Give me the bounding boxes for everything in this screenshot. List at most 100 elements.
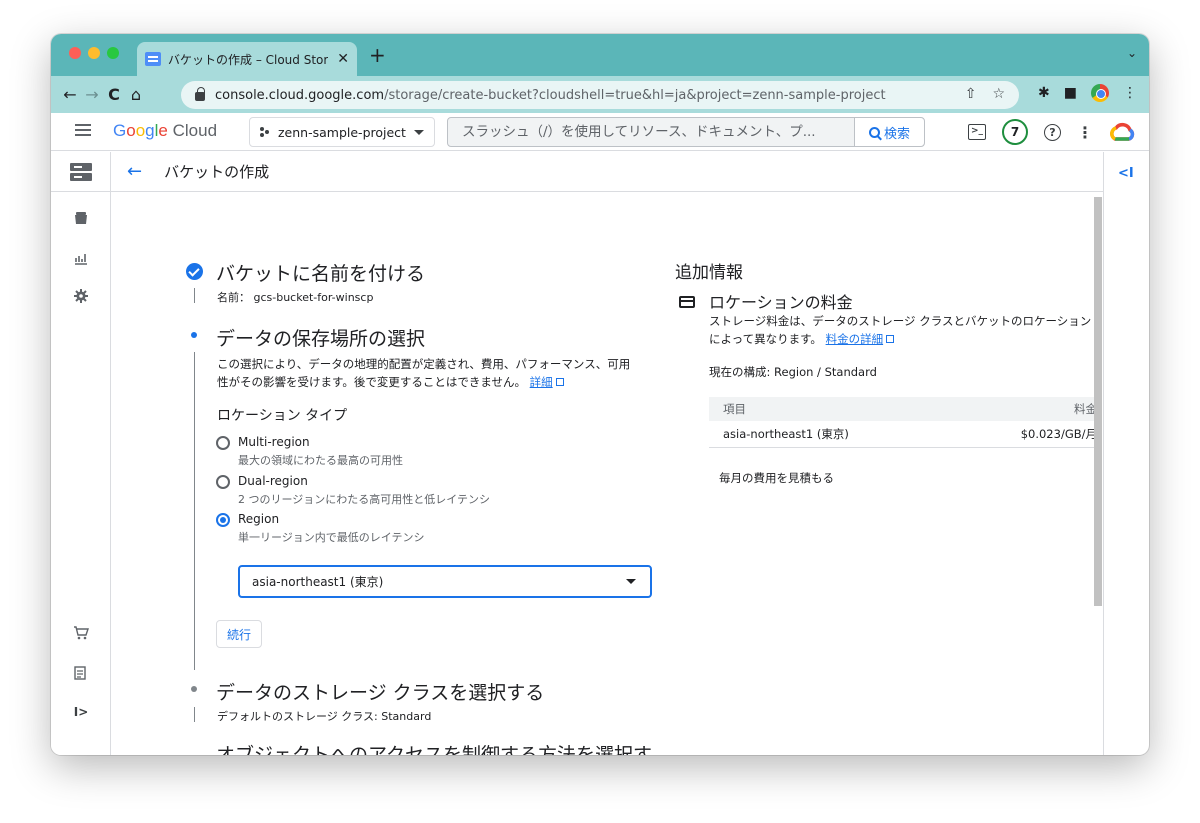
forward-arrow-icon[interactable]: →: [81, 85, 103, 104]
radio-region[interactable]: [216, 513, 230, 527]
url-host: console.cloud.google.com: [215, 87, 385, 103]
region-select-value: asia-northeast1 (東京): [252, 575, 384, 589]
step-complete-check-icon: [186, 263, 203, 280]
browser-tab[interactable]: バケットの作成 – Cloud Storage ✕: [137, 42, 357, 76]
reload-icon[interactable]: C: [103, 85, 125, 104]
bookmark-star-icon[interactable]: ☆: [992, 86, 1005, 102]
option-title: Dual-region: [238, 474, 308, 488]
back-arrow-icon[interactable]: ←: [127, 161, 142, 182]
google-cloud-logo[interactable]: Google Cloud: [113, 121, 217, 141]
option-desc: 最大の領域にわたる最高の可用性: [238, 454, 403, 467]
step-pending-dot: [191, 686, 197, 692]
info-heading: 追加情報: [675, 263, 743, 283]
project-selector[interactable]: zenn-sample-project: [249, 117, 435, 147]
step-storage-class-title[interactable]: データのストレージ クラスを選択する: [216, 678, 544, 705]
minimize-window-button[interactable]: [88, 47, 100, 59]
search-icon: [868, 126, 880, 138]
step-connector: [194, 707, 195, 722]
page-header: ← バケットの作成: [111, 152, 1103, 192]
cloud-shell-icon[interactable]: >_: [968, 124, 986, 140]
region-select[interactable]: asia-northeast1 (東京): [238, 565, 652, 598]
console-header: Google Cloud zenn-sample-project 検索 >_ 7…: [51, 113, 1149, 151]
option-title: Region: [238, 512, 280, 526]
buckets-nav-icon[interactable]: [71, 208, 91, 228]
external-link-icon: [886, 335, 895, 343]
search-input[interactable]: [448, 118, 852, 146]
chevron-down-icon: [414, 129, 424, 135]
info-panel: 追加情報 ロケーションの料金 ストレージ料金は、データのストレージ クラスとバケ…: [675, 258, 1094, 379]
location-description: この選択により、データの地理的配置が定義され、費用、パフォーマンス、可用 性がそ…: [217, 357, 631, 389]
lock-icon: [195, 87, 205, 101]
location-pricing-title: ロケーションの料金: [709, 293, 853, 312]
marketplace-cart-icon[interactable]: [71, 622, 91, 642]
tab-search-icon[interactable]: ⌄: [1127, 46, 1137, 60]
radio-dual-region[interactable]: [216, 475, 230, 489]
create-bucket-form: バケットに名前を付ける 名前： gcs-bucket-for-winscp デー…: [111, 192, 1094, 755]
option-desc: 単一リージョン内で最低のレイテンシ: [238, 531, 425, 544]
external-link-icon: [555, 378, 564, 386]
settings-gear-icon[interactable]: [71, 286, 91, 306]
project-name: zenn-sample-project: [278, 124, 406, 140]
side-panel-icon[interactable]: ■: [1064, 85, 1077, 101]
notifications-badge[interactable]: 7: [1002, 119, 1028, 145]
release-notes-icon[interactable]: [71, 662, 91, 682]
share-icon[interactable]: ⇧: [965, 86, 977, 102]
cloud-storage-product-icon[interactable]: [51, 152, 111, 192]
address-bar[interactable]: console.cloud.google.com/storage/create-…: [181, 81, 1019, 109]
radio-multi-region[interactable]: [216, 436, 230, 450]
tab-close-icon[interactable]: ✕: [337, 51, 349, 67]
search-button-label: 検索: [883, 126, 910, 142]
tab-strip: バケットの作成 – Cloud Storage ✕ + ⌄: [51, 34, 1149, 76]
tab-title: バケットの作成 – Cloud Storage: [168, 52, 328, 67]
account-avatar-icon[interactable]: [1109, 121, 1135, 143]
expand-nav-icon[interactable]: I>: [71, 702, 91, 722]
help-icon[interactable]: ?: [1044, 123, 1061, 141]
project-dots-icon: [260, 127, 270, 137]
more-options-icon[interactable]: ⋮: [1077, 123, 1093, 142]
continue-button[interactable]: 続行: [216, 620, 262, 648]
product-nav-rail: I>: [51, 152, 111, 755]
table-row: asia-northeast1 (東京) $0.023/GB/月: [709, 421, 1094, 448]
estimate-monthly-cost[interactable]: 毎月の費用を見積もる: [719, 470, 834, 486]
new-tab-button[interactable]: +: [369, 45, 386, 65]
pricing-description: ストレージ料金は、データのストレージ クラスとバケットのロケーション によって異…: [709, 314, 1092, 346]
chevron-down-icon: [626, 579, 636, 584]
page-title: バケットの作成: [164, 163, 270, 181]
close-window-button[interactable]: [69, 47, 81, 59]
home-icon[interactable]: ⌂: [125, 85, 147, 104]
search-button[interactable]: 検索: [854, 118, 924, 146]
location-type-label: ロケーション タイプ: [217, 408, 348, 424]
step-location-title[interactable]: データの保存場所の選択: [216, 324, 425, 351]
browser-toolbar: ← → C ⌂ console.cloud.google.com/storage…: [51, 76, 1149, 113]
maximize-window-button[interactable]: [107, 47, 119, 59]
current-config: 現在の構成: Region / Standard: [709, 365, 877, 379]
extensions-puzzle-icon[interactable]: ✱: [1038, 85, 1050, 101]
bucket-name-summary: 名前： gcs-bucket-for-winscp: [217, 291, 374, 304]
right-side-rail: <I: [1103, 152, 1149, 755]
option-desc: 2 つのリージョンにわたる高可用性と低レイテンシ: [238, 493, 491, 506]
hamburger-menu-icon[interactable]: [75, 124, 91, 136]
step-access-title[interactable]: オブジェクトへのアクセスを制御する方法を選択す る: [216, 743, 652, 755]
monitoring-chart-icon[interactable]: [71, 248, 91, 268]
option-title: Multi-region: [238, 435, 310, 449]
scrollbar[interactable]: [1094, 197, 1102, 606]
pricing-detail-link[interactable]: 料金の詳細: [826, 332, 884, 346]
url-path: /storage/create-bucket?cloudshell=true&h…: [384, 87, 886, 103]
table-header: 項目 料金: [709, 397, 1094, 421]
logo-cloud-text: Cloud: [172, 121, 218, 140]
back-arrow-icon[interactable]: ←: [59, 85, 81, 104]
credit-card-icon: [679, 296, 695, 308]
step-name-title[interactable]: バケットに名前を付ける: [216, 259, 425, 286]
collapse-panel-icon[interactable]: <I: [1118, 166, 1134, 181]
storage-favicon-icon: [145, 52, 161, 66]
chrome-menu-icon[interactable]: ⋮: [1123, 85, 1137, 101]
step-active-dot: [191, 332, 197, 338]
storage-class-summary: デフォルトのストレージ クラス: Standard: [217, 710, 432, 723]
detail-link[interactable]: 詳細: [530, 375, 553, 389]
step-connector: [194, 288, 195, 303]
browser-window: バケットの作成 – Cloud Storage ✕ + ⌄ ← → C ⌂ co…: [51, 34, 1149, 755]
chrome-profile-icon[interactable]: [1091, 84, 1109, 102]
pricing-table: 項目 料金 asia-northeast1 (東京) $0.023/GB/月: [709, 397, 1094, 448]
step-connector: [194, 352, 195, 670]
search-box: 検索: [447, 117, 925, 147]
